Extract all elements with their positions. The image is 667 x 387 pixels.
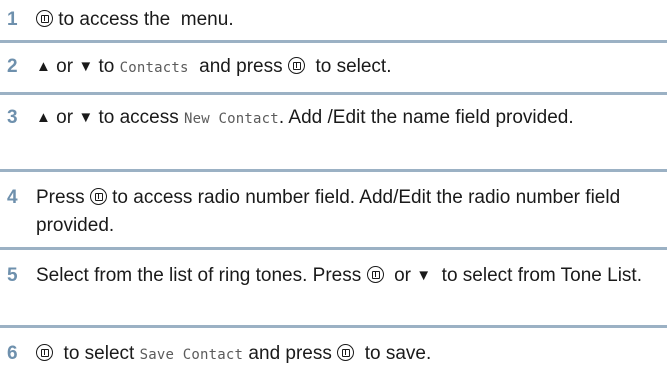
step-text: to select Save Contact and press to save… bbox=[36, 340, 664, 369]
ui-menu-term: Save Contact bbox=[139, 347, 244, 363]
instruction-text: or bbox=[383, 265, 417, 286]
instruction-text: and press bbox=[188, 56, 288, 77]
instruction-text: to access the menu. bbox=[53, 9, 234, 30]
ui-menu-term: Contacts bbox=[119, 60, 189, 76]
down-arrow-icon: ▼ bbox=[78, 58, 94, 75]
menu-ok-button-icon bbox=[287, 57, 305, 74]
instruction-text: to select. bbox=[304, 56, 392, 77]
step-text: to access the menu. bbox=[36, 6, 664, 34]
step-text: ▲ or ▼ to access New Contact. Add /Edit … bbox=[36, 104, 664, 133]
instruction-text: . Add /Edit the name field provided. bbox=[278, 107, 574, 128]
instruction-text: to select bbox=[53, 343, 140, 364]
step-text: Press to access radio number field. Add/… bbox=[36, 184, 664, 240]
ui-menu-term: New Contact bbox=[184, 111, 279, 127]
instruction-text: to save. bbox=[354, 343, 432, 364]
step-2: 2 ▲ or ▼ to Contacts and press to select… bbox=[0, 43, 667, 88]
menu-ok-button-icon bbox=[36, 10, 53, 27]
step-text: Select from the list of ring tones. Pres… bbox=[36, 262, 664, 290]
instruction-text: to bbox=[93, 56, 120, 77]
step-number: 5 bbox=[7, 265, 18, 286]
step-text: ▲ or ▼ to Contacts and press to select. bbox=[36, 53, 664, 82]
step-number: 4 bbox=[7, 187, 18, 208]
instruction-text: or bbox=[50, 107, 79, 128]
step-1: 1 to access the menu. bbox=[0, 0, 667, 40]
up-arrow-icon: ▲ bbox=[36, 109, 51, 126]
menu-ok-button-icon bbox=[337, 344, 355, 361]
menu-ok-button-icon bbox=[89, 188, 107, 205]
menu-ok-button-icon bbox=[366, 266, 384, 283]
step-number: 6 bbox=[7, 343, 18, 364]
menu-ok-button-icon bbox=[36, 344, 53, 361]
step-number: 3 bbox=[7, 107, 18, 128]
step-number: 1 bbox=[7, 9, 18, 30]
instruction-text: to access bbox=[93, 107, 184, 128]
instruction-text: or bbox=[50, 56, 79, 77]
up-arrow-icon: ▲ bbox=[36, 58, 51, 75]
step-number: 2 bbox=[7, 56, 18, 77]
step-4: 4 Press to access radio number field. Ad… bbox=[0, 172, 667, 244]
step-6: 6 to select Save Contact and press to sa… bbox=[0, 328, 667, 383]
step-3: 3 ▲ or ▼ to access New Contact. Add /Edi… bbox=[0, 95, 667, 167]
down-arrow-icon: ▼ bbox=[78, 109, 94, 126]
instruction-text: to select from Tone List. bbox=[431, 265, 642, 286]
step-5: 5 Select from the list of ring tones. Pr… bbox=[0, 250, 667, 322]
down-arrow-icon: ▼ bbox=[416, 267, 432, 284]
instruction-text: and press bbox=[243, 343, 338, 364]
instruction-text: Select from the list of ring tones. Pres… bbox=[36, 265, 367, 286]
instruction-text: Press bbox=[36, 187, 90, 208]
instruction-text: to access radio number field. Add/Edit t… bbox=[36, 187, 626, 236]
